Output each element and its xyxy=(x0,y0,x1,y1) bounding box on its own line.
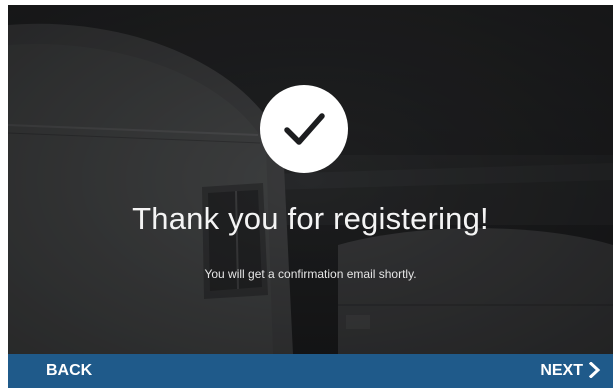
checkmark-icon xyxy=(284,113,325,145)
confirmation-title: Thank you for registering! xyxy=(132,201,489,236)
next-button[interactable]: NEXT xyxy=(540,360,601,380)
back-button[interactable]: BACK xyxy=(46,362,92,380)
dark-overlay xyxy=(8,5,613,354)
success-badge xyxy=(260,85,348,173)
registration-confirmation-screen: Thank you for registering! You will get … xyxy=(8,5,613,388)
chevron-right-icon xyxy=(589,362,601,378)
next-button-label: NEXT xyxy=(540,362,583,379)
confirmation-message: You will get a confirmation email shortl… xyxy=(204,267,417,281)
bottom-navigation-bar: BACK NEXT xyxy=(8,354,613,388)
